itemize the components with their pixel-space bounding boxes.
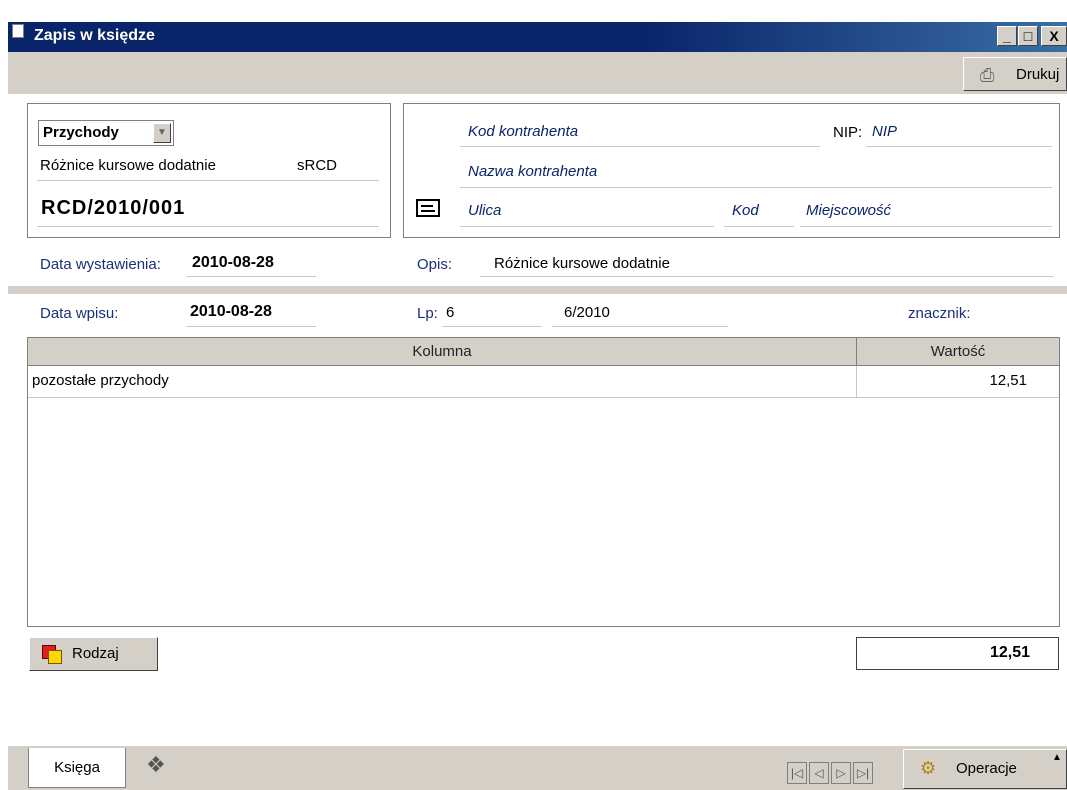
- nav-prev-button[interactable]: ◁: [809, 762, 829, 784]
- print-button[interactable]: ⎙ Drukuj: [963, 57, 1067, 91]
- document-type-select[interactable]: Przychody ▼: [38, 120, 174, 146]
- tab-ksiega[interactable]: Księga: [28, 748, 126, 788]
- table-cell-wartosc: 12,51: [989, 372, 1027, 389]
- nip-field[interactable]: NIP: [866, 118, 1052, 147]
- lp-value: 6: [446, 304, 455, 321]
- lp-field[interactable]: 6: [442, 300, 542, 327]
- nip-placeholder: NIP: [872, 123, 898, 140]
- category-code: sRCD: [297, 157, 337, 174]
- lp-number-field: 6/2010: [552, 300, 728, 327]
- kind-button-label: Rodzaj: [72, 645, 119, 662]
- operations-label: Operacje: [956, 760, 1017, 777]
- lp-label: Lp:: [417, 305, 438, 322]
- contractor-code-field[interactable]: Kod kontrahenta: [460, 118, 820, 147]
- description-value: Różnice kursowe dodatnie: [494, 255, 670, 272]
- address-card-icon[interactable]: [416, 199, 440, 217]
- document-icon: [12, 24, 24, 38]
- category-row[interactable]: Różnice kursowe dodatnie sRCD: [37, 152, 379, 181]
- category-name: Różnice kursowe dodatnie: [40, 157, 216, 174]
- entry-date-value: 2010-08-28: [190, 303, 272, 320]
- window-title: Zapis w księdze: [34, 27, 155, 44]
- postcode-placeholder: Kod: [732, 202, 759, 219]
- nav-next-button[interactable]: ▷: [831, 762, 851, 784]
- kind-icon: [42, 645, 62, 664]
- issue-date-label: Data wystawienia:: [40, 256, 161, 273]
- table-cell-kolumna: pozostałe przychody: [32, 372, 169, 389]
- table-row[interactable]: pozostałe przychody 12,51: [28, 366, 1059, 398]
- total-field: 12,51: [856, 637, 1059, 670]
- column-header-kolumna[interactable]: Kolumna: [28, 338, 857, 366]
- operations-button[interactable]: ⚙ Operacje ▲: [903, 749, 1067, 789]
- street-placeholder: Ulica: [468, 202, 502, 219]
- bottom-bar: Księga ❖ |◁ ◁ ▷ ▷| ⚙ Operacje ▲: [8, 746, 1067, 790]
- nav-first-button[interactable]: |◁: [787, 762, 807, 784]
- description-field[interactable]: Różnice kursowe dodatnie: [480, 250, 1054, 277]
- city-field[interactable]: Miejscowość: [800, 196, 1052, 227]
- total-value: 12,51: [989, 644, 1030, 661]
- description-label: Opis:: [417, 256, 453, 273]
- printer-icon: ⎙: [980, 65, 995, 85]
- nip-label: NIP:: [833, 124, 863, 141]
- print-button-label: Drukuj: [1016, 66, 1060, 83]
- document-number: RCD/2010/001: [41, 197, 186, 219]
- street-field[interactable]: Ulica: [460, 196, 714, 227]
- document-type-value: Przychody: [43, 124, 119, 141]
- entry-date-field[interactable]: 2010-08-28: [186, 300, 316, 327]
- title-bar: Zapis w księdze _ □ X: [8, 22, 1067, 52]
- city-placeholder: Miejscowość: [806, 202, 892, 219]
- issue-date-field[interactable]: 2010-08-28: [186, 250, 316, 277]
- attachment-icon[interactable]: ❖: [146, 752, 166, 778]
- close-button[interactable]: X: [1041, 26, 1067, 46]
- chevron-down-icon[interactable]: ▼: [153, 123, 171, 143]
- kind-button[interactable]: Rodzaj: [29, 637, 158, 671]
- caret-up-icon: ▲: [1052, 752, 1062, 763]
- issue-date-value: 2010-08-28: [192, 254, 274, 271]
- document-number-field[interactable]: RCD/2010/001: [37, 192, 379, 227]
- toolbar: ⎙ Drukuj: [8, 52, 1067, 94]
- nav-last-button[interactable]: ▷|: [853, 762, 873, 784]
- contractor-code-placeholder: Kod kontrahenta: [468, 123, 579, 140]
- postcode-field[interactable]: Kod: [724, 196, 794, 227]
- contractor-name-placeholder: Nazwa kontrahenta: [468, 163, 598, 180]
- section-separator: [8, 286, 1067, 294]
- entries-grid[interactable]: Kolumna Wartość pozostałe przychody 12,5…: [27, 337, 1060, 627]
- column-header-wartosc[interactable]: Wartość: [857, 338, 1059, 366]
- gears-icon: ⚙: [920, 758, 937, 778]
- entry-date-label: Data wpisu:: [40, 305, 119, 322]
- contractor-name-field[interactable]: Nazwa kontrahenta: [460, 157, 1052, 188]
- maximize-button[interactable]: □: [1018, 26, 1038, 46]
- minimize-button[interactable]: _: [997, 26, 1017, 46]
- lp-number: 6/2010: [564, 304, 610, 321]
- marker-label: znacznik:: [908, 305, 971, 322]
